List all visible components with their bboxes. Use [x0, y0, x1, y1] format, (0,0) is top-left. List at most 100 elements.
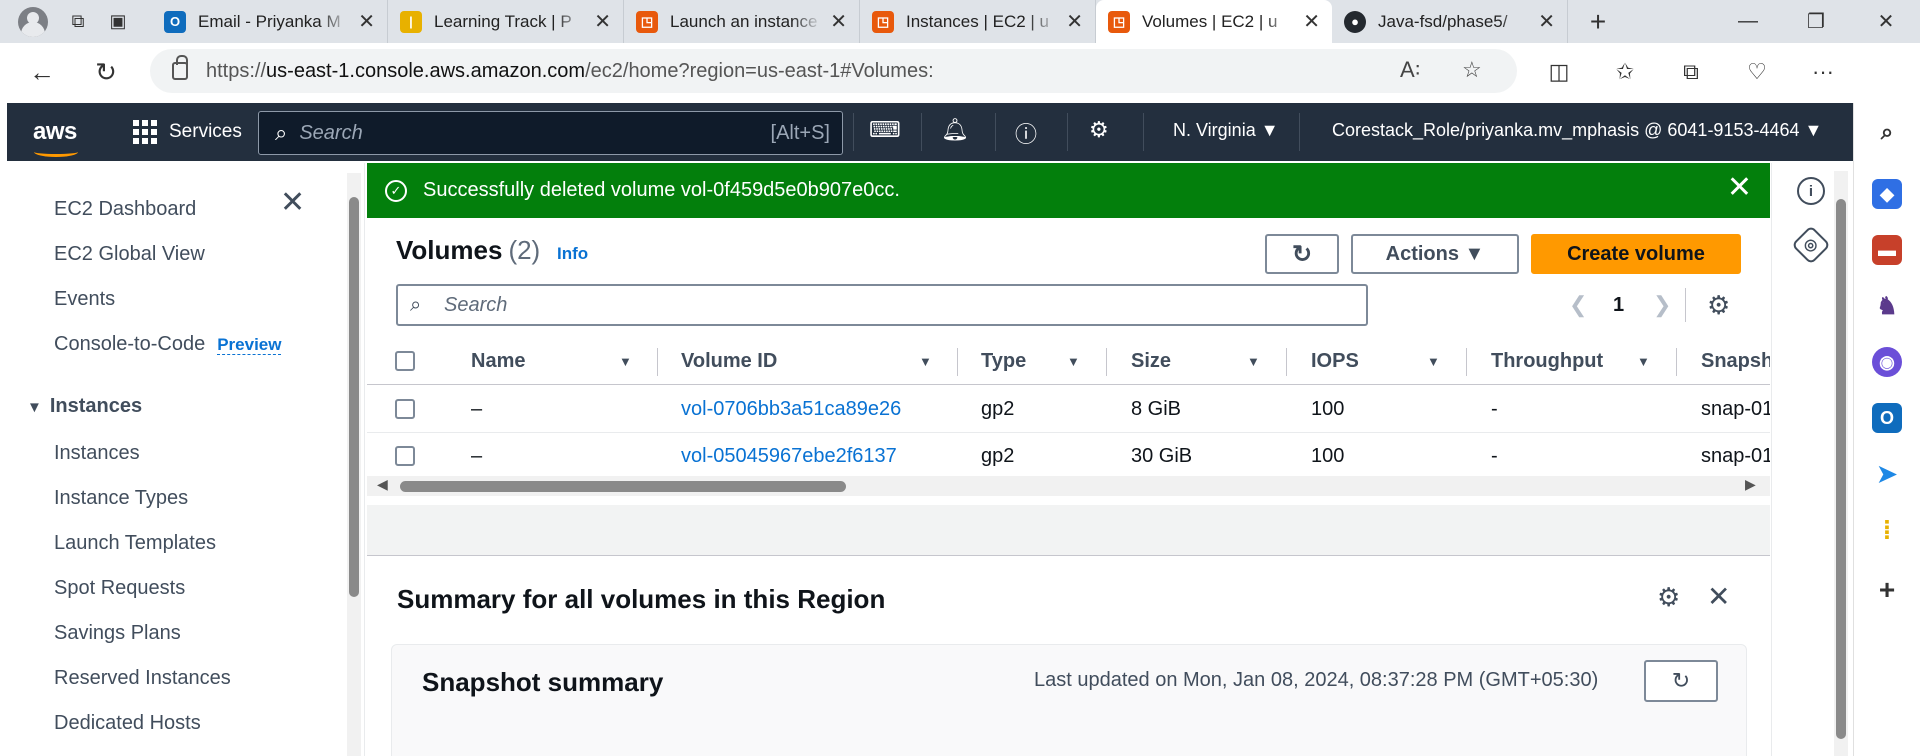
games-chess-icon[interactable]: ♞ [1872, 291, 1902, 321]
page-scrollbar-thumb[interactable] [1836, 199, 1846, 739]
reload-icon[interactable]: ↻ [84, 50, 128, 94]
column-separator[interactable] [957, 348, 958, 376]
read-aloud-icon[interactable]: A꞉ [1400, 57, 1421, 83]
column-separator[interactable] [1466, 348, 1467, 376]
tab-actions-icon[interactable]: ▣ [98, 0, 138, 43]
column-header-throughput[interactable]: Throughput [1491, 350, 1603, 373]
outlook-icon[interactable]: O [1872, 403, 1902, 433]
previous-page-icon[interactable]: ❮ [1569, 292, 1587, 318]
select-all-checkbox[interactable] [395, 351, 415, 371]
column-header-snapshot[interactable]: Snapsh [1701, 350, 1770, 373]
favorites-icon[interactable]: ✩ [1600, 50, 1650, 94]
dismiss-flash-icon[interactable]: ✕ [1727, 173, 1752, 203]
column-header-volume-id[interactable]: Volume ID [681, 350, 777, 373]
column-header-name[interactable]: Name [471, 350, 525, 373]
notifications-bell-icon[interactable]: 🔔︎ [941, 117, 969, 143]
tab-close-icon[interactable]: ✕ [358, 9, 375, 34]
browser-tab-learning-track[interactable]: | Learning Track | P ✕ [388, 0, 624, 43]
browser-tab-launch-instance[interactable]: ◳ Launch an instance ✕ [624, 0, 860, 43]
tab-close-icon[interactable]: ✕ [830, 9, 847, 34]
new-tab-icon[interactable]: + [1578, 0, 1618, 43]
close-nav-icon[interactable]: ✕ [280, 188, 305, 218]
actions-button[interactable]: Actions ▼ [1351, 234, 1519, 274]
address-bar[interactable]: https://us-east-1.console.aws.amazon.com… [150, 49, 1517, 93]
profile-avatar-icon[interactable] [18, 6, 48, 37]
volumes-search-input[interactable]: ⌕ Search [396, 284, 1368, 326]
column-header-type[interactable]: Type [981, 350, 1026, 373]
sort-caret-icon[interactable]: ▼ [1247, 354, 1260, 369]
cell-volume-id-link[interactable]: vol-05045967ebe2f6137 [681, 445, 897, 468]
telegram-send-icon[interactable]: ➤ [1872, 459, 1902, 489]
tools-briefcase-icon[interactable]: ▬ [1872, 235, 1902, 265]
row-checkbox[interactable] [395, 399, 415, 419]
nav-dedicated-hosts[interactable]: Dedicated Hosts [54, 712, 201, 735]
nav-instance-types[interactable]: Instance Types [54, 487, 188, 510]
help-icon[interactable]: ⓘ [1015, 117, 1037, 149]
summary-refresh-button[interactable]: ↻ [1644, 660, 1718, 702]
restore-icon[interactable]: ❐ [1786, 0, 1846, 43]
tab-close-icon[interactable]: ✕ [1538, 9, 1555, 34]
row-checkbox[interactable] [395, 446, 415, 466]
info-link[interactable]: Info [557, 244, 588, 264]
cloudshell-icon[interactable]: ⌨ [869, 117, 901, 143]
create-volume-button[interactable]: Create volume [1531, 234, 1741, 274]
settings-gear-icon[interactable]: ⚙ [1089, 117, 1109, 143]
tutorials-icon[interactable]: ◎ [1791, 225, 1831, 265]
browser-tab-volumes[interactable]: ◳ Volumes | EC2 | u ✕ [1096, 0, 1332, 43]
tab-close-icon[interactable]: ✕ [1303, 9, 1320, 34]
browser-essentials-icon[interactable]: ♡ [1732, 50, 1782, 94]
scroll-left-icon[interactable]: ◀ [377, 476, 388, 493]
nav-scrollbar-thumb[interactable] [349, 197, 359, 597]
nav-savings-plans[interactable]: Savings Plans [54, 622, 181, 645]
split-screen-icon[interactable]: ◫ [1534, 50, 1584, 94]
horizontal-scrollbar-thumb[interactable] [400, 481, 846, 492]
browser-tab-github[interactable]: ● Java-fsd/phase5/ ✕ [1332, 0, 1568, 43]
back-arrow-icon[interactable]: ← [20, 50, 64, 94]
tab-close-icon[interactable]: ✕ [594, 9, 611, 34]
learning-track-icon[interactable]: ⁞ [1872, 515, 1902, 545]
column-header-size[interactable]: Size [1131, 350, 1171, 373]
aws-logo[interactable]: aws [7, 118, 103, 157]
browser-tab-email[interactable]: O Email - Priyanka M ✕ [152, 0, 388, 43]
column-separator[interactable] [657, 348, 658, 376]
region-selector[interactable]: N. Virginia ▼ [1173, 120, 1279, 141]
sort-caret-icon[interactable]: ▼ [1427, 354, 1440, 369]
window-close-icon[interactable]: ✕ [1856, 0, 1916, 43]
scroll-right-icon[interactable]: ▶ [1745, 476, 1756, 493]
summary-settings-gear-icon[interactable]: ⚙ [1657, 582, 1680, 613]
sort-caret-icon[interactable]: ▼ [919, 354, 932, 369]
page-scrollbar[interactable] [1834, 171, 1848, 756]
account-menu[interactable]: Corestack_Role/priyanka.mv_mphasis @ 604… [1332, 120, 1822, 141]
favorite-star-icon[interactable]: ☆ [1462, 57, 1482, 83]
nav-console-to-code[interactable]: Console-to-Code Preview [54, 333, 282, 356]
nav-scrollbar[interactable] [347, 173, 361, 756]
tab-close-icon[interactable]: ✕ [1066, 9, 1083, 34]
nav-ec2-global-view[interactable]: EC2 Global View [54, 243, 205, 266]
close-summary-icon[interactable]: ✕ [1707, 580, 1730, 613]
nav-instances[interactable]: Instances [54, 442, 140, 465]
services-menu[interactable]: Services [133, 120, 242, 144]
info-panel-icon[interactable]: i [1797, 177, 1825, 205]
nav-ec2-dashboard[interactable]: EC2 Dashboard [54, 198, 196, 221]
refresh-button[interactable]: ↻ [1265, 234, 1339, 274]
aws-search-input[interactable]: ⌕ Search [Alt+S] [258, 111, 843, 155]
shopping-tag-icon[interactable]: ◆ [1872, 179, 1902, 209]
column-header-iops[interactable]: IOPS [1311, 350, 1359, 373]
minimize-icon[interactable]: — [1718, 0, 1778, 43]
table-horizontal-scrollbar[interactable]: ◀ ▶ [367, 476, 1770, 496]
preview-badge[interactable]: Preview [217, 335, 282, 355]
collections-icon[interactable]: ⧉ [1666, 50, 1716, 94]
nav-spot-requests[interactable]: Spot Requests [54, 577, 185, 600]
current-page-number[interactable]: 1 [1613, 294, 1624, 317]
column-separator[interactable] [1286, 348, 1287, 376]
edge-search-icon[interactable]: ⌕ [1872, 117, 1902, 147]
next-page-icon[interactable]: ❯ [1653, 292, 1671, 318]
nav-launch-templates[interactable]: Launch Templates [54, 532, 216, 555]
add-app-icon[interactable]: + [1872, 574, 1902, 605]
cell-volume-id-link[interactable]: vol-0706bb3a51ca89e26 [681, 398, 901, 421]
table-row[interactable]: – vol-05045967ebe2f6137 gp2 30 GiB 100 -… [367, 433, 1770, 480]
workspaces-icon[interactable]: ⧉ [58, 0, 98, 43]
sort-caret-icon[interactable]: ▼ [1067, 354, 1080, 369]
nav-section-instances[interactable]: ▼ Instances [27, 395, 142, 418]
table-preferences-gear-icon[interactable]: ⚙ [1707, 290, 1730, 321]
